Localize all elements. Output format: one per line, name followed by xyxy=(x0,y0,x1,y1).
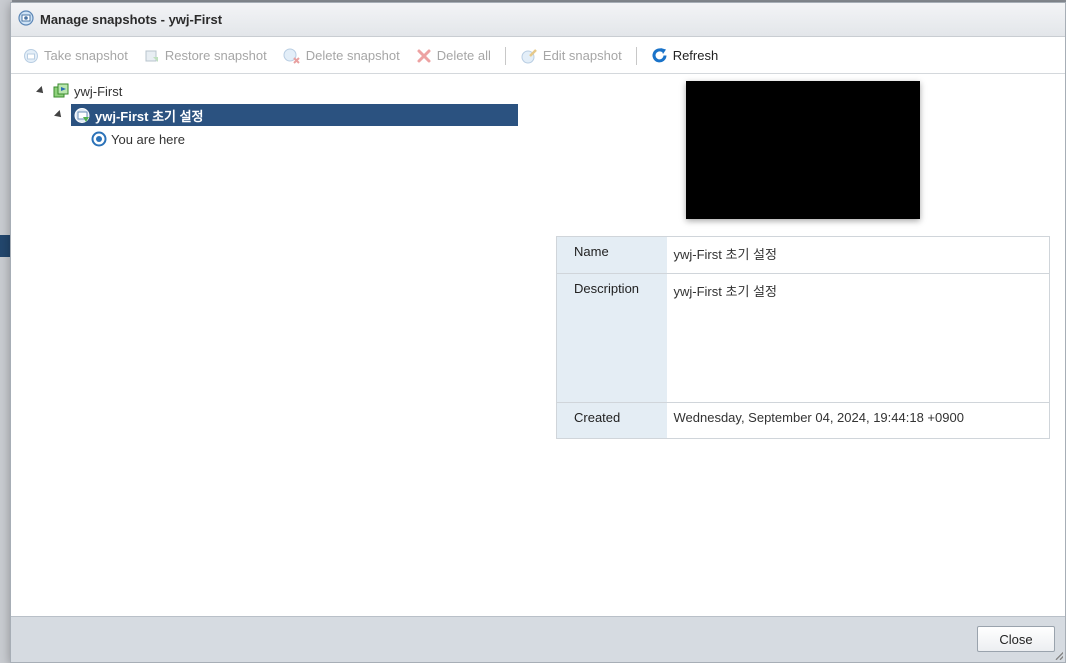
dialog-title: Manage snapshots - ywj-First xyxy=(40,12,223,27)
refresh-button[interactable]: Refresh xyxy=(651,47,719,64)
vm-icon xyxy=(53,83,70,100)
details-row-created: Created Wednesday, September 04, 2024, 1… xyxy=(556,402,1050,439)
delete-all-icon xyxy=(417,49,431,62)
you-are-here-label: You are here xyxy=(111,131,185,147)
snapshot-details-table: Name ywj-First 초기 설정 Description ywj-Fir… xyxy=(556,236,1050,439)
tree-node-snapshot[interactable]: ywj-First 초기 설정 xyxy=(54,104,518,126)
selected-snapshot-row[interactable]: ywj-First 초기 설정 xyxy=(71,104,518,126)
dialog-footer: Close xyxy=(11,616,1065,662)
snapshot-manager-icon xyxy=(17,9,35,30)
snapshot-icon xyxy=(74,107,91,124)
description-value: ywj-First 초기 설정 xyxy=(666,273,1050,403)
restore-snapshot-icon xyxy=(145,50,158,62)
edit-snapshot-button[interactable]: Edit snapshot xyxy=(520,48,622,64)
take-snapshot-button[interactable]: Take snapshot xyxy=(23,48,128,64)
name-key: Name xyxy=(556,236,667,274)
take-snapshot-label: Take snapshot xyxy=(44,48,128,63)
refresh-icon xyxy=(652,48,667,63)
tree-node-vm[interactable]: ywj-First xyxy=(36,80,123,102)
edit-snapshot-label: Edit snapshot xyxy=(542,48,622,63)
toolbar-separator xyxy=(635,46,637,65)
resize-grip-icon[interactable] xyxy=(1055,652,1063,660)
description-key: Description xyxy=(556,273,667,403)
edit-snapshot-icon xyxy=(521,48,537,63)
details-row-name: Name ywj-First 초기 설정 xyxy=(556,236,1050,274)
snapshot-toolbar: Take snapshot Restore snapshot Delete sn… xyxy=(11,38,1065,74)
close-button[interactable]: Close xyxy=(977,626,1055,652)
delete-snapshot-label: Delete snapshot xyxy=(305,48,400,63)
name-value: ywj-First 초기 설정 xyxy=(673,247,777,262)
expand-arrow-icon[interactable] xyxy=(54,110,64,120)
background-selection-mark xyxy=(0,235,10,257)
dialog-titlebar[interactable]: Manage snapshots - ywj-First xyxy=(11,3,1065,37)
toolbar-separator xyxy=(504,46,506,65)
tree-node-current[interactable]: You are here xyxy=(91,128,185,150)
snapshot-screenshot-preview xyxy=(686,81,920,219)
created-value: Wednesday, September 04, 2024, 19:44:18 … xyxy=(666,402,1050,439)
delete-snapshot-button[interactable]: Delete snapshot xyxy=(283,48,400,64)
expand-arrow-icon[interactable] xyxy=(36,86,46,96)
you-are-here-icon xyxy=(91,131,107,147)
delete-all-button[interactable]: Delete all xyxy=(416,48,491,64)
restore-snapshot-label: Restore snapshot xyxy=(164,48,267,63)
delete-all-label: Delete all xyxy=(436,48,491,63)
manage-snapshots-dialog: Manage snapshots - ywj-First Take snapsh… xyxy=(10,2,1066,663)
created-key: Created xyxy=(556,402,667,439)
refresh-label: Refresh xyxy=(672,48,719,63)
delete-snapshot-icon xyxy=(283,48,300,64)
vm-label: ywj-First xyxy=(74,83,123,99)
restore-snapshot-button[interactable]: Restore snapshot xyxy=(144,48,267,64)
details-row-description: Description ywj-First 초기 설정 xyxy=(556,273,1050,403)
snapshot-label: ywj-First 초기 설정 xyxy=(95,108,204,124)
take-snapshot-icon xyxy=(24,48,38,63)
